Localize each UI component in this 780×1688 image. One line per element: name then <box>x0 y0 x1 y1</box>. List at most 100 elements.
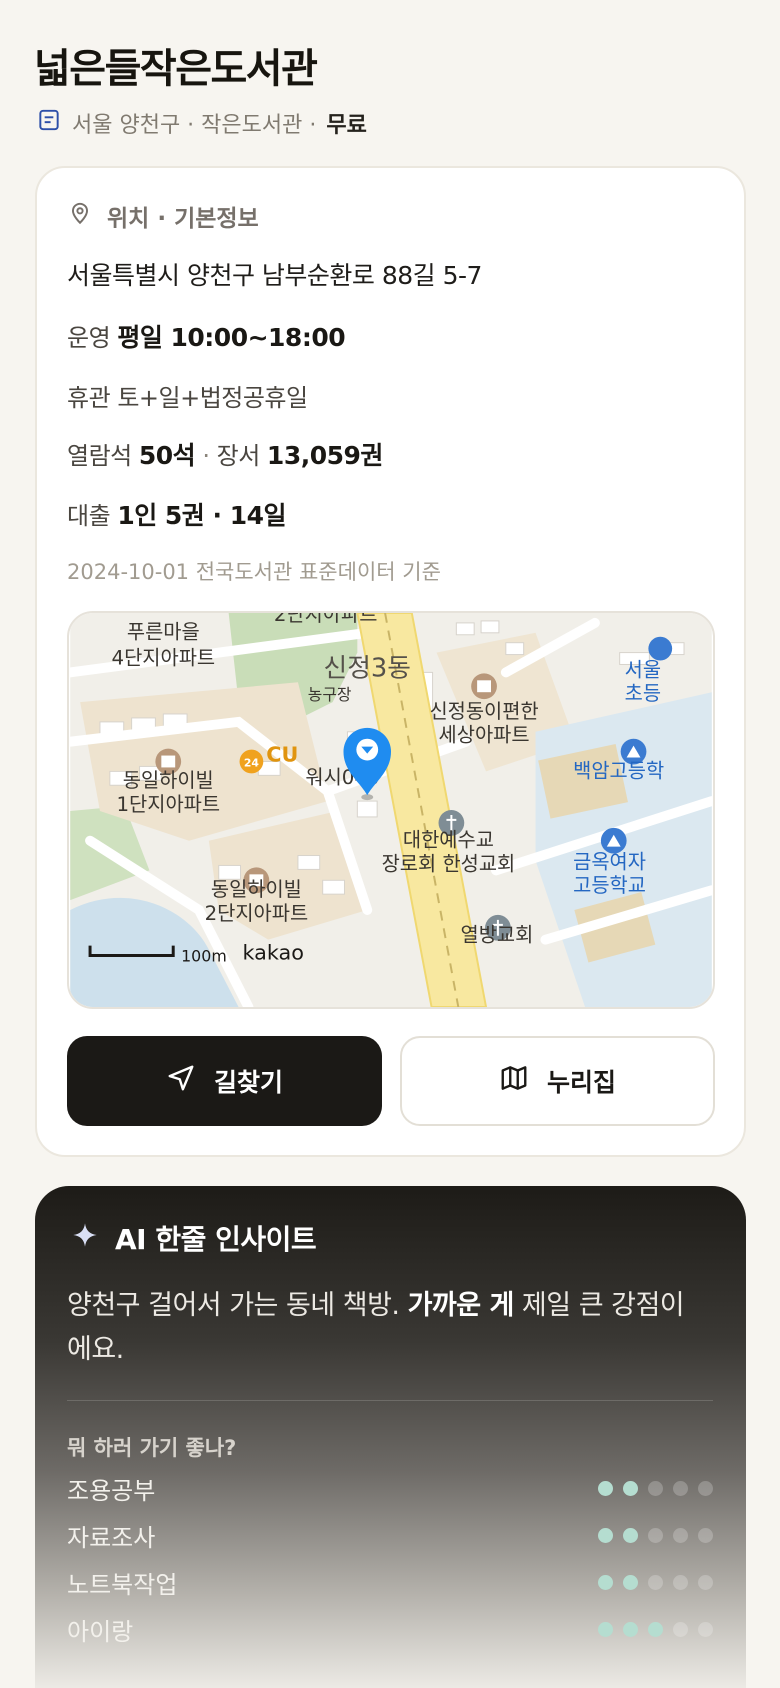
map-label: 세상아파트 <box>439 724 530 747</box>
map-label: 신정동이편한 <box>429 700 538 723</box>
library-region-type: 서울 양천구 · 작은도서관 · <box>72 113 317 138</box>
map-label: 2단지아파트 <box>274 613 378 626</box>
rating-dot <box>623 1480 638 1496</box>
map-label: 백암고등학 <box>573 759 664 782</box>
map-label: CU <box>266 742 298 766</box>
location-map[interactable]: 24 2단지아파트 푸른마을 4단지아파트 신정동이편한 세상아파트 동일하이빌… <box>67 611 715 1009</box>
activity-label: 아이랑 <box>67 1617 134 1646</box>
map-label: 동일하이빌 <box>123 769 214 792</box>
map-label: 금옥여자 <box>573 850 646 873</box>
map-label: 푸른마을 <box>127 621 200 644</box>
hours-label: 운영 <box>67 324 111 352</box>
activity-label: 자료조사 <box>67 1523 156 1552</box>
map-label: 장로회 한성교회 <box>382 852 516 875</box>
info-card: 위치 · 기본정보 서울특별시 양천구 남부순환로 88길 5-7 운영 평일 … <box>35 166 746 1157</box>
activity-question: 뭐 하러 가기 좋나? <box>67 1436 237 1460</box>
separator: · <box>202 442 210 470</box>
ai-insight-text: 양천구 걸어서 가는 동네 책방. 가까운 게 제일 큰 강점이에요. <box>67 1284 707 1372</box>
map-label: 대한예수교 <box>403 829 494 852</box>
map-district-label: 신정3동 <box>324 653 411 683</box>
svg-text:24: 24 <box>244 756 260 769</box>
map-label: 동일하이빌 <box>211 878 302 901</box>
rating-dot <box>698 1574 713 1590</box>
library-detail-page: 넓은들작은도서관 서울 양천구 · 작은도서관 · 무료 위치 · 기본정보 서… <box>0 0 780 1688</box>
rating-dot <box>598 1621 613 1637</box>
sparkle-icon <box>71 1221 99 1256</box>
insight-text-highlight: 가까운 게 <box>407 1290 515 1321</box>
school-poi-icon <box>648 636 673 661</box>
map-label: 서울 <box>625 658 661 681</box>
document-icon <box>36 107 62 139</box>
ai-insight-header: AI 한줄 인사이트 <box>71 1218 317 1258</box>
activity-row: 아이랑 <box>67 1609 713 1649</box>
map-label: 열방교회 <box>461 924 534 947</box>
rating-dot <box>598 1480 613 1496</box>
closed-label: 휴관 <box>67 384 111 412</box>
activity-label: 노트북작업 <box>67 1570 178 1599</box>
map-icon <box>499 1063 529 1099</box>
address: 서울특별시 양천구 남부순환로 88길 5-7 <box>67 261 482 290</box>
fee-label: 무료 <box>326 113 367 138</box>
location-pin-icon <box>67 200 93 232</box>
map-brand: kakao <box>243 940 304 964</box>
info-section-header: 위치 · 기본정보 <box>67 198 259 234</box>
map-label: 1단지아파트 <box>116 793 220 816</box>
ai-insight-title: AI 한줄 인사이트 <box>115 1223 317 1256</box>
website-button[interactable]: 누리집 <box>400 1036 715 1126</box>
directions-button[interactable]: 길찾기 <box>67 1036 382 1126</box>
convenience-store-icon: 24 <box>239 749 264 774</box>
seats-value: 50석 <box>138 441 196 470</box>
rating-dot <box>698 1621 713 1637</box>
info-section-title: 위치 · 기본정보 <box>107 206 259 232</box>
loan-label: 대출 <box>67 502 111 530</box>
books-label: 장서 <box>216 442 261 470</box>
rating-dot <box>623 1527 638 1543</box>
closed-value: 토+일+법정공휴일 <box>117 384 308 412</box>
rating-dot <box>648 1527 663 1543</box>
map-scale-label: 100m <box>181 946 227 965</box>
rating-dot <box>673 1527 688 1543</box>
ai-insight-card: AI 한줄 인사이트 양천구 걸어서 가는 동네 책방. 가까운 게 제일 큰 … <box>35 1186 746 1688</box>
closed-row: 휴관 토+일+법정공휴일 <box>67 378 308 413</box>
rating-dot <box>598 1527 613 1543</box>
loan-value: 1인 5권 · 14일 <box>117 501 287 530</box>
activity-rating <box>598 1621 713 1637</box>
activity-row: 조용공부 <box>67 1468 713 1508</box>
directions-label: 길찾기 <box>213 1068 283 1097</box>
rating-dot <box>673 1574 688 1590</box>
page-title: 넓은들작은도서관 <box>34 46 318 92</box>
rating-dot <box>623 1574 638 1590</box>
capacity-row: 열람석 50석 · 장서 13,059권 <box>67 436 383 472</box>
hours-row: 운영 평일 10:00~18:00 <box>67 318 346 354</box>
seats-label: 열람석 <box>67 442 132 470</box>
activity-row: 자료조사 <box>67 1515 713 1555</box>
map-label: 농구장 <box>308 685 352 704</box>
map-label: 4단지아파트 <box>112 646 216 669</box>
rating-dot <box>648 1621 663 1637</box>
rating-dot <box>623 1621 638 1637</box>
activity-label: 조용공부 <box>67 1476 156 1505</box>
activity-rating <box>598 1480 713 1496</box>
library-meta: 서울 양천구 · 작은도서관 · 무료 <box>36 106 367 140</box>
activity-rating <box>598 1574 713 1590</box>
navigation-arrow-icon <box>166 1063 196 1099</box>
rating-dot <box>673 1480 688 1496</box>
rating-dot <box>698 1527 713 1543</box>
website-label: 누리집 <box>546 1068 616 1097</box>
map-label: 고등학교 <box>573 874 646 897</box>
rating-dot <box>648 1480 663 1496</box>
insight-text-part: 양천구 걸어서 가는 동네 책방. <box>67 1290 408 1321</box>
map-label: 2단지아파트 <box>205 902 309 925</box>
rating-dot <box>648 1574 663 1590</box>
rating-dot <box>698 1480 713 1496</box>
rating-dot <box>673 1621 688 1637</box>
hours-value: 평일 10:00~18:00 <box>117 323 346 352</box>
loan-row: 대출 1인 5권 · 14일 <box>67 496 287 532</box>
map-label: 초등 <box>625 682 661 705</box>
activity-row: 노트북작업 <box>67 1562 713 1602</box>
activity-rating <box>598 1527 713 1543</box>
divider <box>67 1400 713 1401</box>
apartment-poi-icon <box>471 673 497 700</box>
books-value: 13,059권 <box>266 441 383 470</box>
rating-dot <box>598 1574 613 1590</box>
